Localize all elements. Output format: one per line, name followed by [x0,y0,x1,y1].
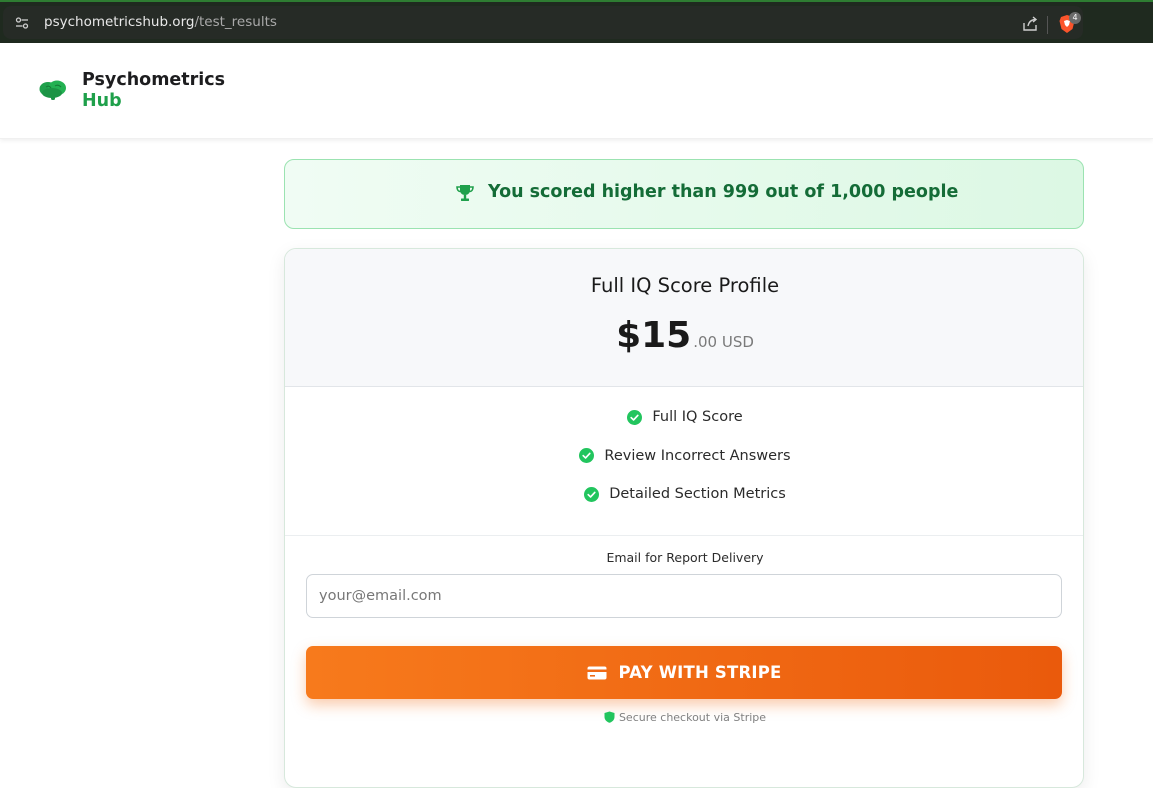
score-banner: You scored higher than 999 out of 1,000 … [284,159,1084,229]
trophy-icon [456,185,474,201]
pricing-card-header: Full IQ Score Profile $15.00 USD [285,249,1083,387]
url-domain: psychometricshub.org [44,14,195,30]
feature-label: Full IQ Score [652,409,743,425]
logo-line-2: Hub [82,91,122,111]
pay-with-stripe-button[interactable]: PAY WITH STRIPE [306,646,1062,699]
secure-checkout-note: Secure checkout via Stripe [285,710,1083,728]
site-header: Psychometrics Hub [0,43,1153,139]
feature-item: Full IQ Score [285,409,1083,448]
browser-toolbar: psychometricshub.org/test_results 4 [0,0,1153,43]
feature-item: Detailed Section Metrics [285,486,1083,525]
score-percentile-text: You scored higher than 999 out of 1,000 … [488,182,959,202]
url-path: /test_results [194,14,277,30]
email-input[interactable] [306,574,1062,618]
email-label: Email for Report Delivery [606,550,764,565]
brain-logo-icon[interactable] [38,78,68,102]
product-title: Full IQ Score Profile [590,274,780,297]
site-settings-icon[interactable] [15,16,29,30]
url-text[interactable]: psychometricshub.org/test_results [44,14,277,30]
check-circle-icon [579,448,595,463]
site-logo-text[interactable]: Psychometrics Hub [82,70,225,112]
check-circle-icon [627,409,643,425]
logo-line-1: Psychometrics [82,70,226,90]
pay-button-label: PAY WITH STRIPE [618,663,782,682]
check-circle-icon [584,486,600,502]
credit-card-icon [587,666,607,679]
feature-label: Detailed Section Metrics [609,486,786,502]
address-bar[interactable]: psychometricshub.org/test_results 4 [3,6,1083,39]
price-suffix: .00 USD [693,333,754,351]
section-divider [285,535,1083,536]
pricing-card: Full IQ Score Profile $15.00 USD Full IQ… [284,248,1084,788]
price: $15.00 USD [285,315,1083,356]
shields-count-badge: 4 [1069,12,1081,24]
feature-item: Review Incorrect Answers [285,447,1083,487]
feature-label: Review Incorrect Answers [604,447,791,464]
price-amount: $15 [616,315,692,356]
shield-icon [604,711,615,723]
toolbar-divider [1047,16,1048,34]
feature-list: Full IQ Score Review Incorrect Answers D… [285,409,1083,525]
secure-checkout-text: Secure checkout via Stripe [618,710,767,724]
share-icon[interactable] [1021,15,1039,33]
